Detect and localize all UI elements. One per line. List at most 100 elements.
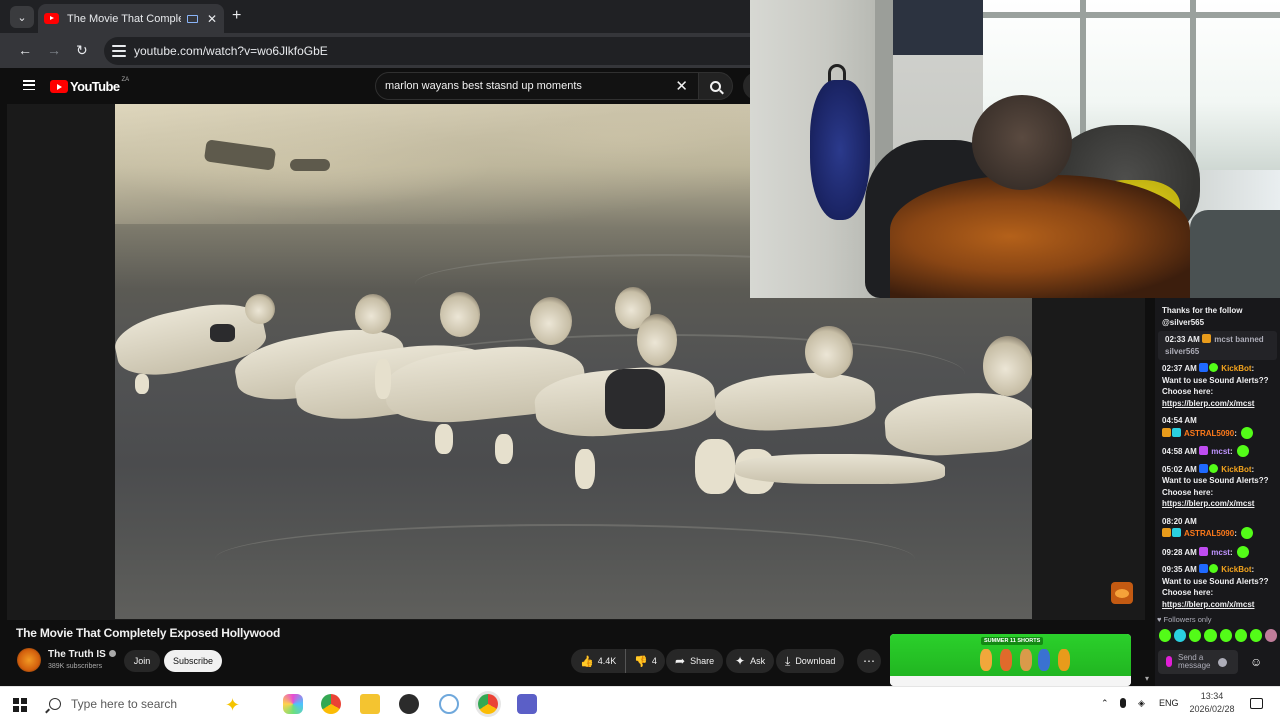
taskbar-clock[interactable]: 13:34 2026/02/28: [1186, 690, 1238, 716]
swimmer-head: [983, 336, 1032, 396]
more-actions-button[interactable]: ⋯: [857, 649, 881, 673]
swimmer-foot: [435, 424, 453, 454]
chat-message: 04:58 AM mcst:: [1155, 442, 1280, 461]
like-button[interactable]: 👍 4.4K: [571, 649, 627, 673]
search-input[interactable]: marlon wayans best stasnd up moments ✕: [375, 72, 699, 100]
chat-link[interactable]: https://blerp.com/x/mcst: [1162, 399, 1254, 408]
search-button[interactable]: [698, 72, 733, 100]
show-hidden-icons-button[interactable]: ⌃: [1101, 698, 1109, 709]
emote-icon[interactable]: [1264, 629, 1277, 642]
chat-scrollbar[interactable]: [1145, 298, 1155, 686]
youtube-logo[interactable]: YouTube ZA: [50, 77, 129, 94]
tab-search-button[interactable]: ⌄: [10, 6, 34, 28]
chat-username[interactable]: mcst: [1211, 447, 1230, 456]
swimmer-head: [245, 294, 275, 324]
emote-icon[interactable]: [1159, 629, 1172, 642]
copilot-icon[interactable]: [283, 694, 303, 714]
chat-message-text: Want to use Sound Alerts?? Choose here:: [1162, 375, 1269, 397]
ask-button[interactable]: ✦ Ask: [726, 649, 775, 673]
emote-icon[interactable]: [1189, 629, 1202, 642]
chrome-icon[interactable]: [321, 694, 341, 714]
windows-start-icon[interactable]: [13, 698, 27, 712]
thumbs-up-icon: 👍: [580, 655, 594, 668]
file-explorer-icon[interactable]: [360, 694, 380, 714]
chat-username[interactable]: KickBot: [1221, 465, 1251, 474]
chat-username[interactable]: KickBot: [1221, 565, 1251, 574]
chevron-down-icon[interactable]: ▾: [1145, 674, 1149, 683]
youtube-header: YouTube ZA marlon wayans best stasnd up …: [7, 68, 757, 104]
chat-username[interactable]: mcst: [1214, 335, 1233, 344]
reload-button[interactable]: ↻: [76, 42, 88, 59]
emote-icon[interactable]: [1249, 629, 1262, 642]
microphone-icon[interactable]: [1120, 698, 1126, 708]
url-text[interactable]: youtube.com/watch?v=wo6JlkfoGbE: [134, 44, 328, 58]
search-query[interactable]: marlon wayans best stasnd up moments: [385, 80, 675, 92]
emote-icon[interactable]: [1219, 629, 1232, 642]
chat-message-moderation: 02:33 AM mcst banned silver565: [1158, 331, 1277, 360]
chat-message: 04:54 AM ASTRAL5090:: [1155, 412, 1280, 442]
chat-link[interactable]: https://blerp.com/x/mcst: [1162, 600, 1254, 609]
site-info-icon[interactable]: [112, 45, 126, 57]
chat-message: Thanks for the follow @silver565: [1155, 302, 1280, 331]
chat-input-row: Send a message ☺: [1158, 648, 1280, 676]
download-button[interactable]: ⤓ Download: [776, 649, 845, 673]
notification-center-icon[interactable]: [1250, 698, 1263, 709]
taskbar-search-placeholder: Type here to search: [71, 697, 178, 711]
chat-colon: :: [1234, 529, 1237, 538]
chat-colon: :: [1251, 364, 1255, 373]
back-button[interactable]: ←: [18, 42, 32, 58]
ad-character: [1020, 649, 1032, 671]
sidebar-ad[interactable]: SUMMER 11 SHORTS: [890, 634, 1131, 686]
teams-icon[interactable]: [517, 694, 537, 714]
subscriber-badge-icon: [1172, 427, 1181, 437]
subscribe-button[interactable]: Subscribe: [164, 650, 222, 672]
swimmer-foot: [575, 449, 595, 489]
channel-name[interactable]: The Truth IS: [48, 649, 106, 660]
emote-icon[interactable]: [1174, 629, 1187, 642]
chat-link[interactable]: https://blerp.com/x/mcst: [1162, 499, 1254, 508]
webcam-person-body: [890, 175, 1190, 298]
chat-settings-button[interactable]: ☺: [1250, 655, 1262, 669]
channel-name-wrap[interactable]: The Truth IS: [48, 649, 116, 660]
bot-badge-icon: [1199, 463, 1209, 473]
language-indicator[interactable]: ENG: [1159, 698, 1179, 708]
swimmer-head: [440, 292, 480, 337]
swimmer-head: [637, 314, 677, 366]
forward-button[interactable]: →: [47, 42, 61, 58]
clear-search-icon[interactable]: ✕: [675, 77, 688, 95]
browser-tab-active[interactable]: The Movie That Completely Exposed Hollyw…: [38, 4, 224, 33]
swimmer-foot: [375, 359, 391, 399]
chat-username[interactable]: ASTRAL5090: [1184, 529, 1234, 538]
menu-icon[interactable]: [23, 80, 35, 90]
search-highlight-icon[interactable]: ✦: [225, 695, 240, 716]
channel-avatar[interactable]: [17, 648, 41, 672]
network-icon[interactable]: ◈: [1138, 698, 1145, 709]
chat-message: 02:37 AM KickBot: Want to use Sound Aler…: [1155, 360, 1280, 412]
snipping-tool-icon[interactable]: [439, 694, 459, 714]
chat-username[interactable]: ASTRAL5090: [1184, 429, 1234, 438]
webcam-person-head: [972, 95, 1072, 190]
chat-username[interactable]: mcst: [1211, 548, 1230, 557]
new-tab-button[interactable]: +: [232, 7, 241, 25]
emote-icon[interactable]: [1204, 629, 1217, 642]
emote-icon[interactable]: [1234, 629, 1247, 642]
chat-message-input[interactable]: Send a message: [1158, 650, 1238, 674]
share-button[interactable]: ➦ Share: [666, 649, 724, 673]
dislike-button[interactable]: 👎 4: [626, 649, 665, 673]
emoji-picker-icon[interactable]: [1218, 658, 1227, 667]
ad-character: [1000, 649, 1012, 671]
chat-username[interactable]: KickBot: [1221, 364, 1251, 373]
chat-timestamp: 04:54 AM: [1162, 416, 1197, 425]
join-button[interactable]: Join: [124, 650, 160, 672]
chrome-active-icon[interactable]: [478, 694, 498, 714]
tab-close-icon[interactable]: ✕: [207, 12, 217, 26]
channel-watermark-icon[interactable]: [1111, 582, 1133, 604]
chat-colon: :: [1251, 565, 1255, 574]
address-bar[interactable]: youtube.com/watch?v=wo6JlkfoGbE: [104, 37, 754, 65]
chat-identity-icon[interactable]: [1166, 656, 1172, 667]
obs-icon[interactable]: [399, 694, 419, 714]
crown-badge-icon: [1162, 528, 1171, 537]
subscriber-badge-icon: [1172, 528, 1181, 537]
webcam-blue-bag: [810, 80, 870, 220]
swimmer-head: [530, 297, 572, 345]
